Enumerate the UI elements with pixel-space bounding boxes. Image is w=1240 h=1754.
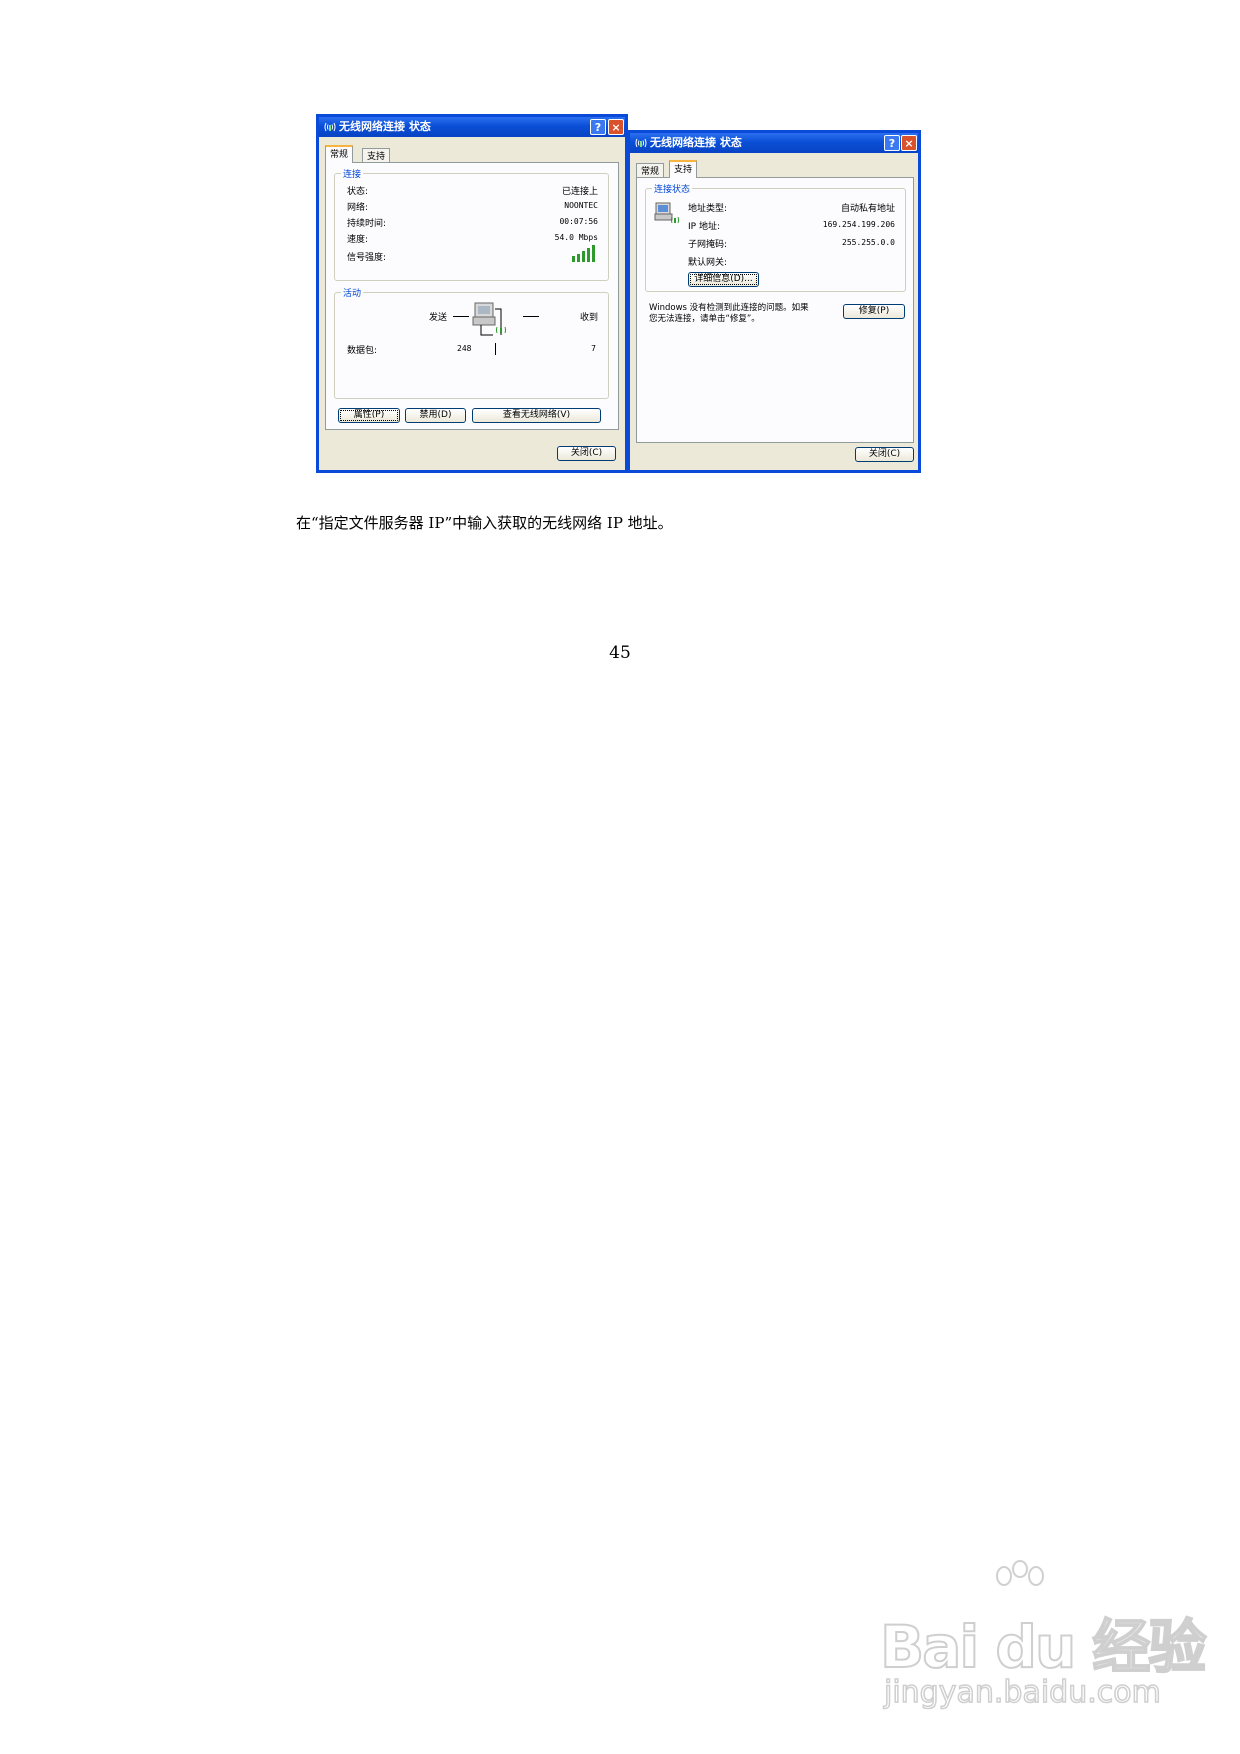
connection-status-group: 连接状态 地址类型: 自动私有地址 IP 地址: 169.254.199.206…: [645, 182, 906, 292]
caption-text: 在“指定文件服务器 IP”中输入获取的无线网络 IP 地址。: [296, 514, 673, 532]
sent-label: 发送: [429, 313, 448, 323]
status-dialog-general: 无线网络连接 状态 ? × 常规 支持 连接 状态: 已连接上 网络: NOON…: [316, 114, 628, 473]
connection-group: 连接 状态: 已连接上 网络: NOONTEC 持续时间: 00:07:56 速…: [334, 167, 609, 281]
repair-text-line2: 您无法连接，请单击“修复”。: [649, 314, 760, 324]
speed-label: 速度:: [347, 235, 369, 245]
network-value: NOONTEC: [564, 201, 598, 210]
status-dialog-support: 无线网络连接 状态 ? × 常规 支持 连接状态 地址类型: 自动私有地址 IP…: [627, 130, 921, 473]
watermark-sub: jingyan.baidu.com: [883, 1674, 1161, 1711]
repair-button[interactable]: 修复(P): [843, 304, 905, 319]
received-label: 收到: [579, 313, 598, 323]
close-button[interactable]: 关闭(C): [557, 446, 616, 461]
ip-address-value: 169.254.199.206: [822, 220, 895, 229]
network-adapter-icon: [654, 202, 679, 224]
duration-label: 持续时间:: [347, 219, 387, 229]
duration-value: 00:07:56: [559, 217, 598, 226]
details-button[interactable]: 详细信息(D)...: [688, 272, 759, 287]
tab-panel: 连接 状态: 已连接上 网络: NOONTEC 持续时间: 00:07:56 速…: [325, 162, 619, 430]
title-bar[interactable]: 无线网络连接 状态 ? ×: [630, 133, 918, 153]
wireless-network-icon: [635, 138, 647, 148]
close-button[interactable]: 关闭(C): [855, 447, 914, 462]
signal-strength-icon: [572, 245, 595, 262]
signal-label: 信号强度:: [347, 253, 387, 263]
activity-legend: 活动: [341, 286, 364, 299]
window-title: 无线网络连接 状态: [650, 136, 742, 149]
baidu-jingyan-watermark: Bai du 经验 jingyan.baidu.com: [879, 1560, 1207, 1720]
ip-address-label: IP 地址:: [688, 222, 720, 232]
wireless-network-icon: [324, 122, 336, 132]
status-label: 状态:: [347, 187, 369, 197]
packets-sent-value: 248: [457, 344, 472, 353]
view-wireless-networks-button[interactable]: 查看无线网络(V): [472, 408, 601, 423]
subnet-mask-label: 子网掩码:: [688, 240, 728, 250]
status-value: 已连接上: [561, 187, 598, 197]
network-label: 网络:: [347, 203, 369, 213]
close-window-button[interactable]: ×: [608, 119, 624, 135]
page-number: 45: [609, 643, 631, 663]
subnet-mask-value: 255.255.0.0: [842, 238, 895, 247]
help-button[interactable]: ?: [884, 135, 900, 151]
address-type-value: 自动私有地址: [840, 204, 895, 214]
watermark-main: Bai du 经验: [879, 1612, 1207, 1682]
connection-status-legend: 连接状态: [652, 182, 693, 195]
close-window-button[interactable]: ×: [901, 135, 917, 151]
help-button[interactable]: ?: [590, 119, 606, 135]
disable-button[interactable]: 禁用(D): [405, 408, 466, 423]
connection-legend: 连接: [341, 167, 364, 180]
tab-general[interactable]: 常规: [325, 145, 354, 163]
received-line: [523, 316, 539, 317]
activity-group: 活动 发送 收到 数据包: 248 7: [334, 286, 609, 399]
speed-value: 54.0 Mbps: [554, 233, 598, 242]
packets-divider: [495, 343, 496, 355]
properties-button[interactable]: 属性(P): [338, 408, 400, 423]
computer-network-icon: [472, 302, 506, 336]
sent-line: [453, 316, 469, 317]
title-bar[interactable]: 无线网络连接 状态 ? ×: [319, 117, 625, 137]
packets-label: 数据包:: [347, 346, 378, 356]
default-gateway-label: 默认网关:: [688, 258, 728, 268]
packets-received-value: 7: [591, 344, 596, 353]
tab-panel: 连接状态 地址类型: 自动私有地址 IP 地址: 169.254.199.206…: [636, 177, 914, 443]
tab-support[interactable]: 支持: [669, 160, 698, 178]
address-type-label: 地址类型:: [688, 204, 728, 214]
window-title: 无线网络连接 状态: [339, 120, 431, 133]
